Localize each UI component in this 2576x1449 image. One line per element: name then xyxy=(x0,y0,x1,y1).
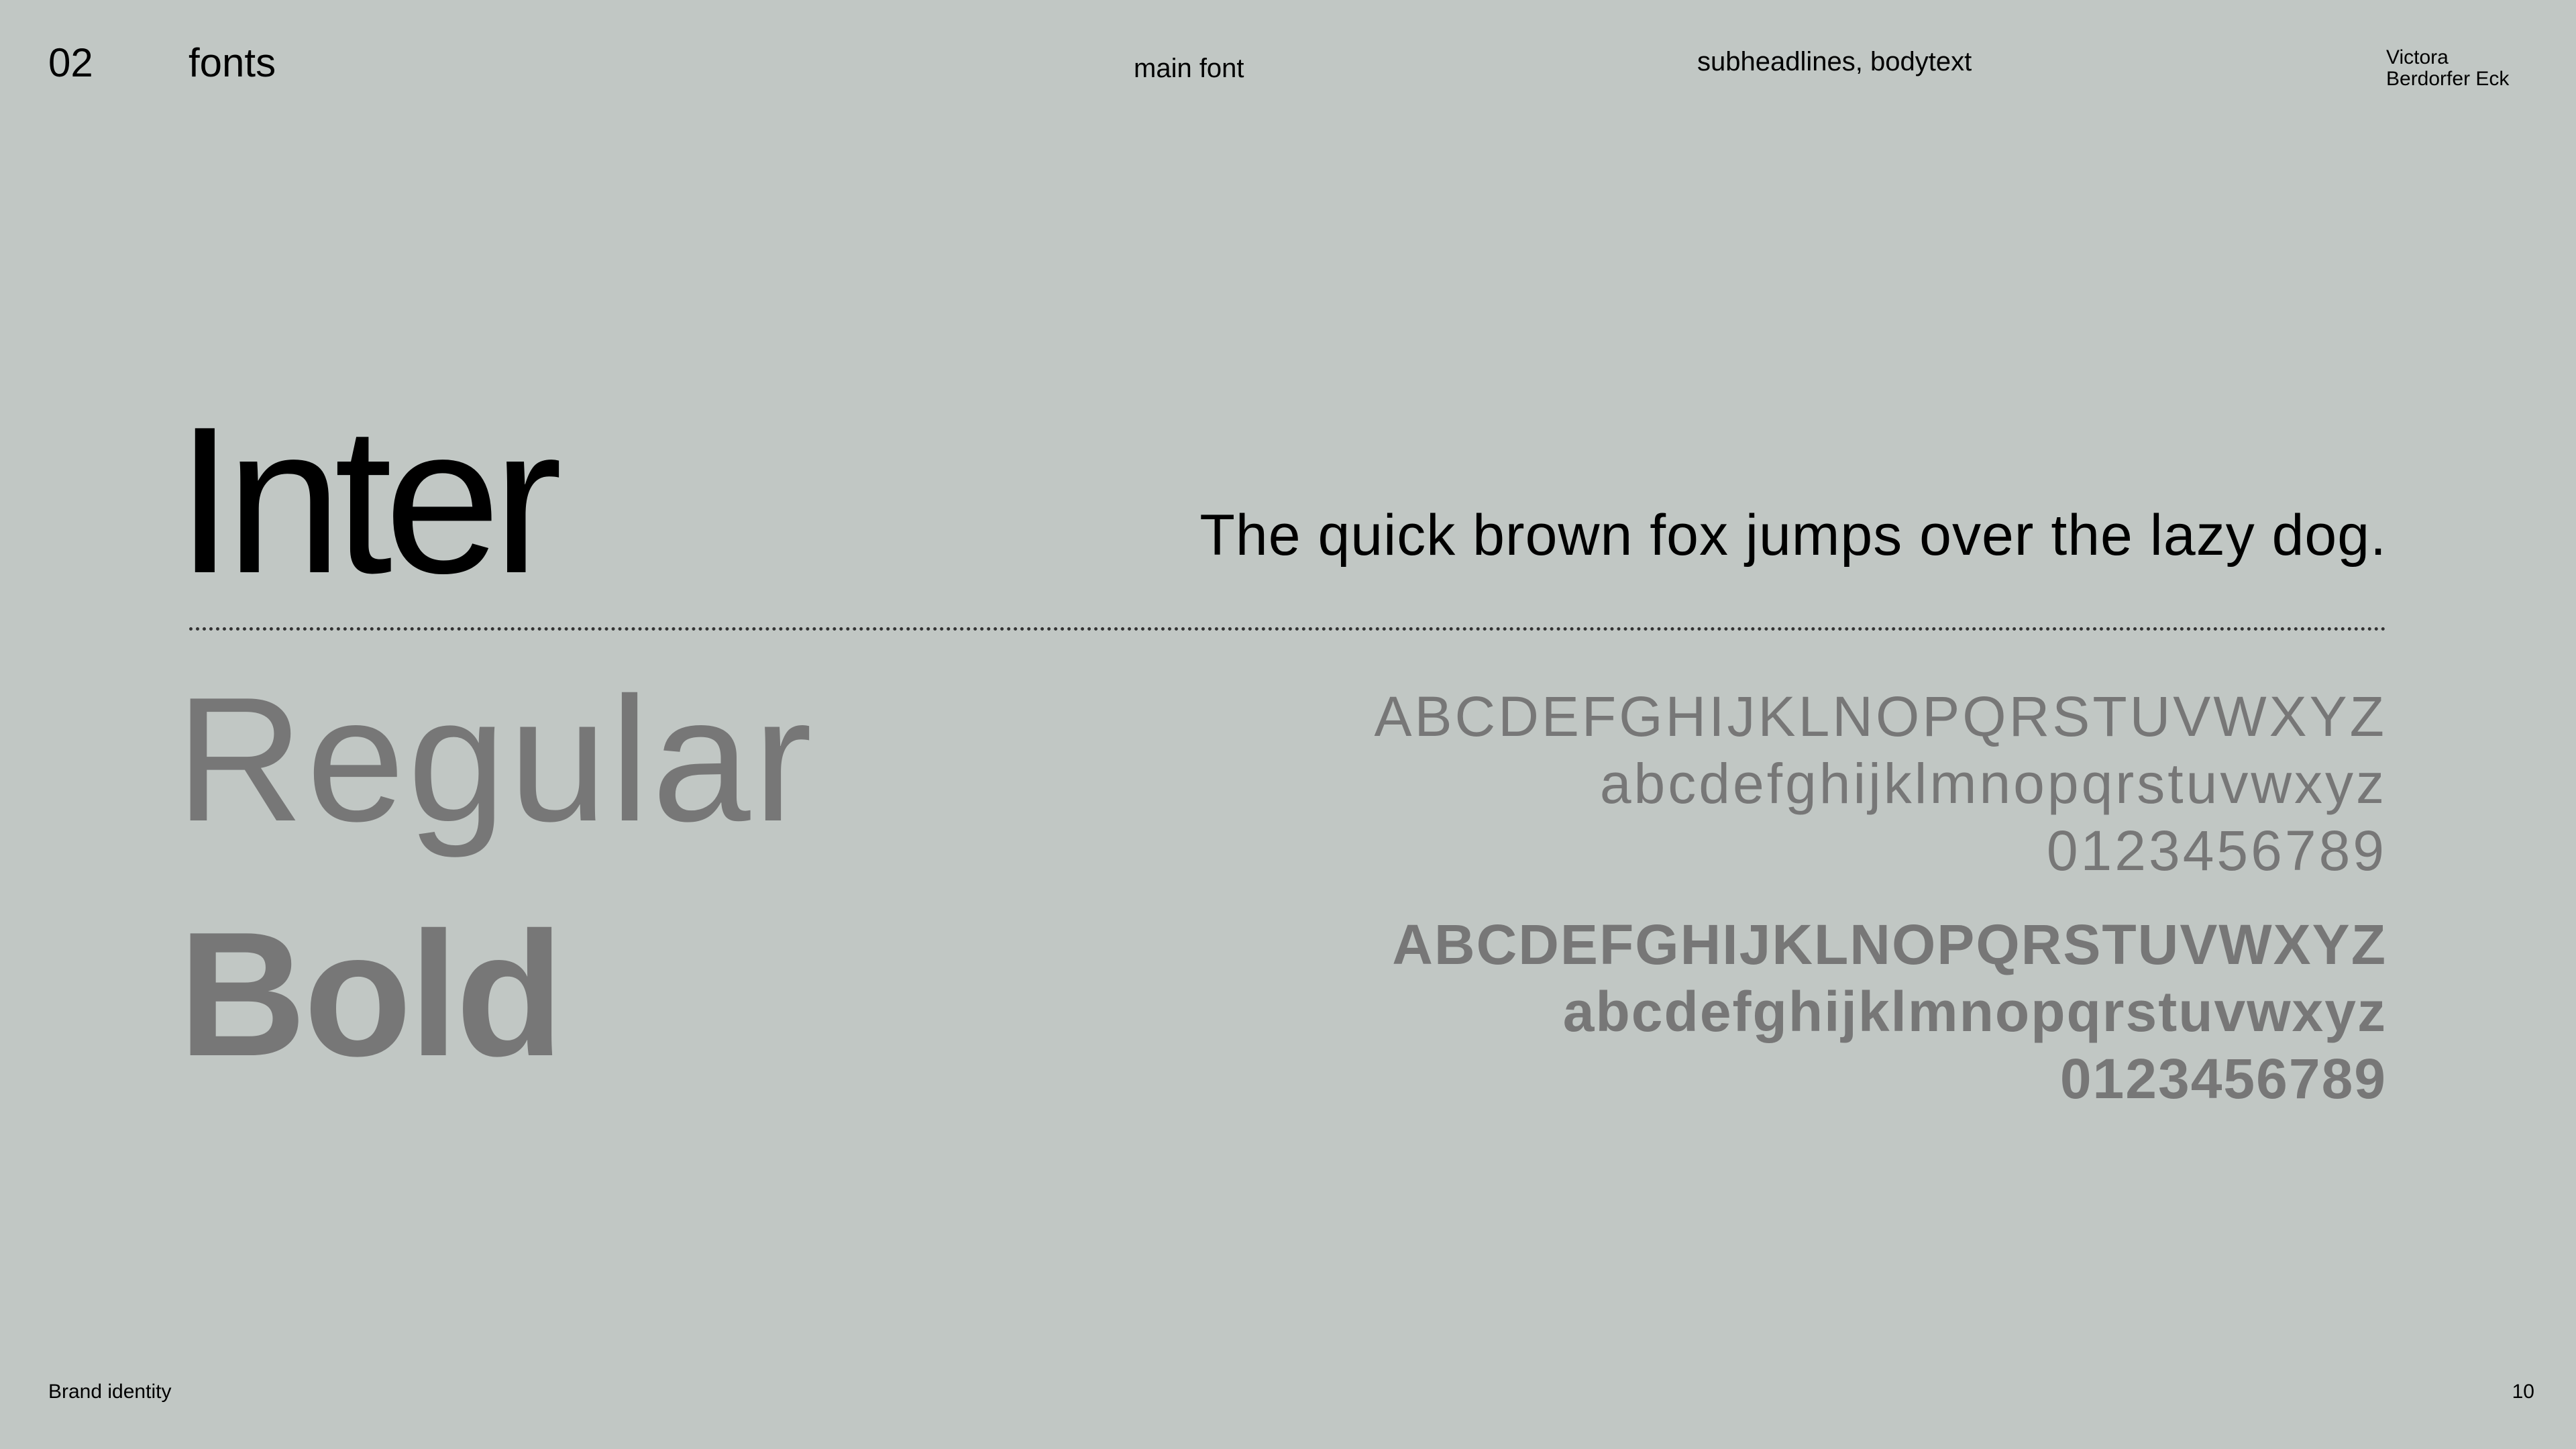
regular-digit-glyphs: 0123456789 xyxy=(2046,819,2387,882)
regular-glyph-set: ABCDEFGHIJKLNOPQRSTUVWXYZ abcdefghijklmn… xyxy=(1374,683,2387,884)
regular-lowercase-glyphs: abcdefghijklmnopqrstuvwxyz xyxy=(1599,752,2387,815)
dotted-divider xyxy=(189,627,2387,631)
bold-uppercase-glyphs: ABCDEFGHIJKLNOPQRSTUVWXYZ xyxy=(1392,913,2387,976)
section-number: 02 xyxy=(48,40,93,85)
author-credit: Victora Berdorfer Eck xyxy=(2386,46,2510,91)
weight-regular-label: Regular xyxy=(176,660,815,858)
regular-uppercase-glyphs: ABCDEFGHIJKLNOPQRSTUVWXYZ xyxy=(1374,685,2387,748)
footer-brand-identity: Brand identity xyxy=(48,1381,172,1403)
bold-lowercase-glyphs: abcdefghijklmnopqrstuvwxyz xyxy=(1562,980,2387,1043)
bold-digit-glyphs: 0123456789 xyxy=(2059,1047,2387,1110)
pangram-sample: The quick brown fox jumps over the lazy … xyxy=(1199,503,2387,568)
bold-glyph-set: ABCDEFGHIJKLNOPQRSTUVWXYZ abcdefghijklmn… xyxy=(1392,911,2387,1112)
main-font-label: main font xyxy=(1134,54,1244,83)
author-line-1: Victora xyxy=(2386,46,2449,68)
weight-bold-label: Bold xyxy=(178,895,564,1093)
author-line-2: Berdorfer Eck xyxy=(2386,68,2510,91)
font-name-title: Inter xyxy=(176,384,562,617)
section-title: fonts xyxy=(189,40,276,85)
page-number: 10 xyxy=(2512,1381,2534,1403)
secondary-font-label: subheadlines, bodytext xyxy=(1697,47,1972,76)
